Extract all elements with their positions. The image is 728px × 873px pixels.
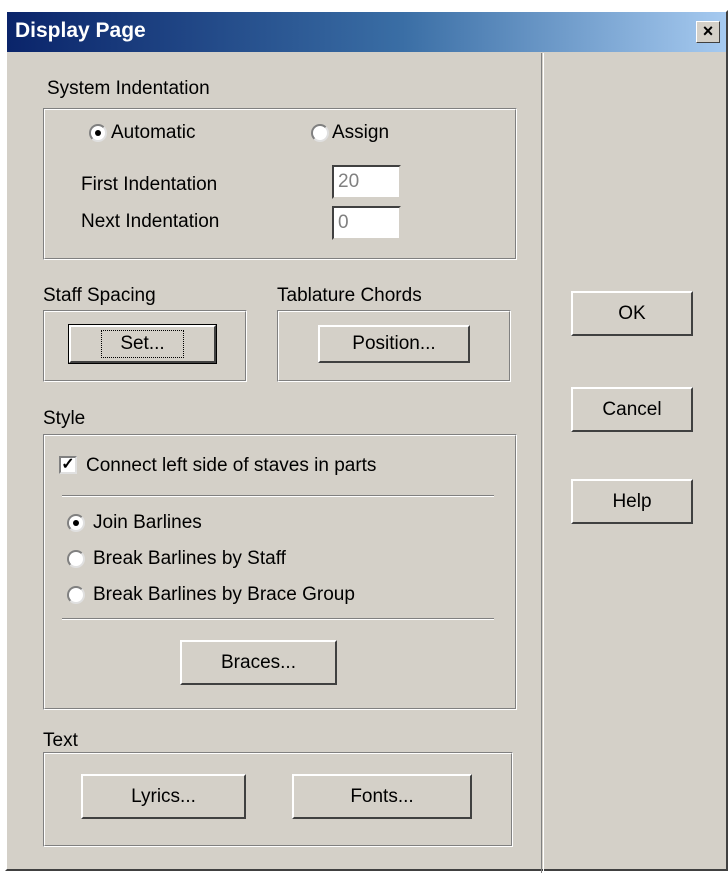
cancel-button[interactable]: Cancel bbox=[571, 387, 693, 432]
set-button-label: Set... bbox=[101, 330, 184, 358]
join-barlines-label[interactable]: Join Barlines bbox=[93, 512, 202, 534]
cancel-button-label: Cancel bbox=[602, 398, 662, 420]
window-title: Display Page bbox=[15, 19, 146, 42]
ok-button[interactable]: OK bbox=[571, 291, 693, 336]
connect-label[interactable]: Connect left side of staves in parts bbox=[86, 455, 376, 477]
style-separator-top bbox=[62, 495, 494, 497]
fonts-button-label: Fonts... bbox=[350, 785, 414, 807]
next-indentation-field[interactable]: 0 bbox=[332, 206, 401, 240]
next-indentation-label: Next Indentation bbox=[81, 211, 220, 232]
automatic-radio[interactable] bbox=[89, 124, 107, 142]
set-button[interactable]: Set... bbox=[68, 324, 217, 364]
text-label: Text bbox=[43, 730, 78, 751]
style-separator-bottom bbox=[62, 618, 494, 620]
close-icon: × bbox=[702, 21, 714, 41]
connect-checkbox[interactable]: ✓ bbox=[59, 456, 77, 474]
help-button[interactable]: Help bbox=[571, 479, 693, 524]
break-by-staff-radio[interactable] bbox=[67, 550, 85, 568]
checkmark-icon: ✓ bbox=[61, 456, 75, 473]
break-by-brace-label[interactable]: Break Barlines by Brace Group bbox=[93, 584, 355, 606]
display-page-dialog: Display Page × System Indentation Automa… bbox=[5, 10, 728, 873]
first-indentation-field[interactable]: 20 bbox=[332, 165, 401, 199]
system-indentation-label: System Indentation bbox=[47, 78, 210, 99]
ok-button-label: OK bbox=[618, 302, 646, 324]
title-bar[interactable]: Display Page × bbox=[7, 12, 726, 52]
lyrics-button-label: Lyrics... bbox=[131, 785, 196, 807]
braces-button[interactable]: Braces... bbox=[180, 640, 337, 685]
break-by-staff-label[interactable]: Break Barlines by Staff bbox=[93, 548, 286, 570]
position-button-label: Position... bbox=[352, 333, 436, 354]
lyrics-button[interactable]: Lyrics... bbox=[81, 774, 246, 819]
staff-spacing-label: Staff Spacing bbox=[43, 285, 156, 306]
join-barlines-radio[interactable] bbox=[67, 514, 85, 532]
automatic-label[interactable]: Automatic bbox=[111, 122, 195, 144]
break-by-brace-radio[interactable] bbox=[67, 586, 85, 604]
position-button[interactable]: Position... bbox=[318, 325, 470, 363]
braces-button-label: Braces... bbox=[221, 651, 296, 673]
close-button[interactable]: × bbox=[696, 21, 720, 43]
vertical-divider bbox=[541, 53, 544, 873]
assign-radio[interactable] bbox=[311, 124, 329, 142]
assign-label[interactable]: Assign bbox=[332, 122, 389, 144]
style-label: Style bbox=[43, 408, 86, 429]
first-indentation-label: First Indentation bbox=[81, 174, 218, 195]
help-button-label: Help bbox=[612, 490, 652, 512]
tablature-chords-label: Tablature Chords bbox=[277, 285, 422, 306]
fonts-button[interactable]: Fonts... bbox=[292, 774, 472, 819]
